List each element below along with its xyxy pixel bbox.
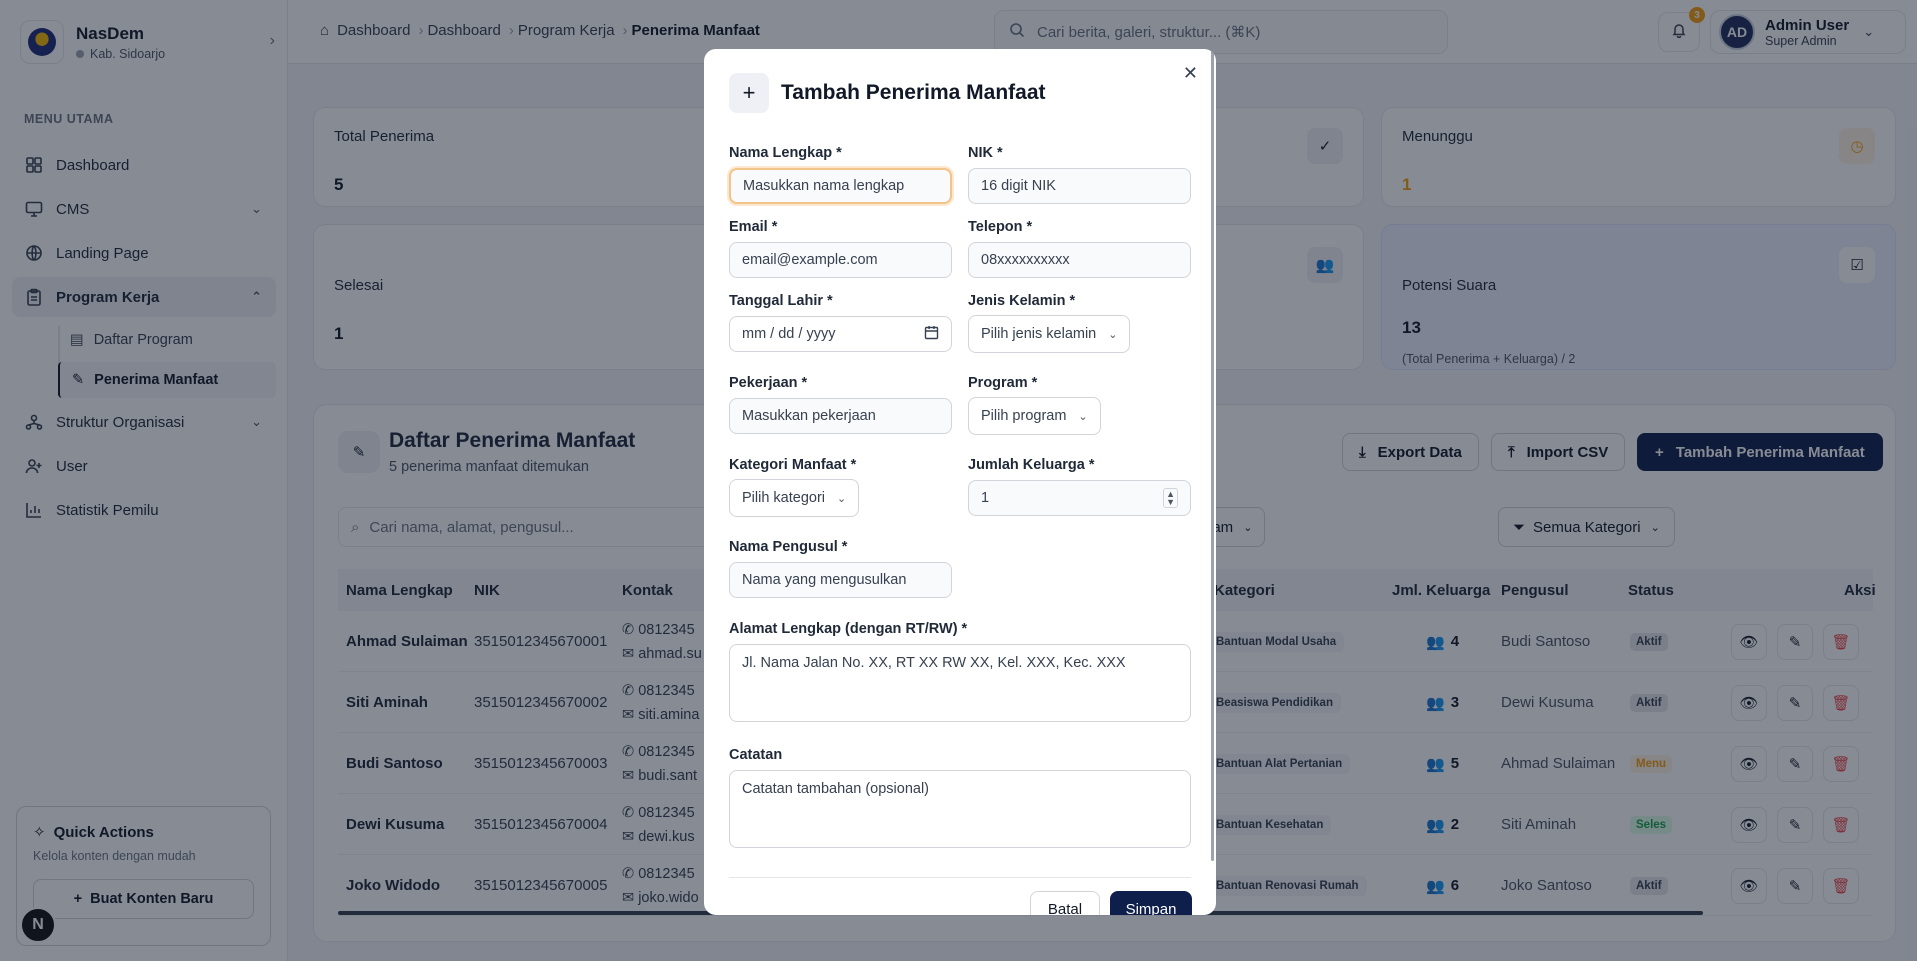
birthdate-placeholder: mm / dd / yyyy — [742, 326, 836, 342]
chevron-down-icon: ⌄ — [1078, 410, 1088, 423]
family-count-stepper[interactable]: 1 ▲ ▼ — [968, 480, 1191, 516]
stepper-arrows-icon[interactable]: ▲ ▼ — [1163, 488, 1178, 508]
nama-label: Nama Lengkap * — [729, 145, 842, 161]
category-select-value: Pilih kategori — [742, 490, 826, 506]
notes-textarea[interactable]: Catatan tambahan (opsional) — [729, 770, 1191, 848]
pekerjaan-field[interactable]: Masukkan pekerjaan — [729, 398, 952, 434]
nik-label: NIK * — [968, 145, 1003, 161]
alamat-label: Alamat Lengkap (dengan RT/RW) * — [729, 621, 968, 637]
gender-select[interactable]: Pilih jenis kelamin ⌄ — [968, 315, 1131, 353]
program-select[interactable]: Pilih program ⌄ — [968, 397, 1101, 435]
cancel-button[interactable]: Batal — [1030, 891, 1100, 915]
add-beneficiary-dialog: + Tambah Penerima Manfaat ✕ Nama Lengkap… — [704, 49, 1216, 915]
pengusul-label: Nama Pengusul * — [729, 539, 848, 555]
tanggal-label: Tanggal Lahir * — [729, 293, 833, 309]
telepon-field[interactable]: 08xxxxxxxxxx — [968, 242, 1191, 278]
birthdate-field[interactable]: mm / dd / yyyy — [729, 316, 952, 352]
chevron-down-icon: ⌄ — [837, 492, 847, 505]
keluarga-label: Jumlah Keluarga * — [968, 457, 1095, 473]
address-textarea[interactable]: Jl. Nama Jalan No. XX, RT XX RW XX, Kel.… — [729, 644, 1191, 722]
modal-scrollbar[interactable] — [1211, 51, 1214, 861]
family-count-value: 1 — [981, 490, 990, 506]
close-icon[interactable]: ✕ — [1183, 63, 1198, 84]
plus-icon: + — [729, 73, 769, 113]
calendar-icon[interactable] — [924, 325, 939, 344]
chevron-down-icon: ⌄ — [1108, 328, 1118, 341]
kategori-label: Kategori Manfaat * — [729, 457, 857, 473]
telepon-label: Telepon * — [968, 219, 1033, 235]
pekerjaan-label: Pekerjaan * — [729, 375, 808, 391]
save-button[interactable]: Simpan — [1110, 891, 1192, 915]
category-select[interactable]: Pilih kategori ⌄ — [729, 479, 860, 517]
kelamin-label: Jenis Kelamin * — [968, 293, 1076, 309]
email-field[interactable]: email@example.com — [729, 242, 952, 278]
gender-select-value: Pilih jenis kelamin — [981, 326, 1097, 342]
nik-field[interactable]: 16 digit NIK — [968, 168, 1191, 204]
catatan-label: Catatan — [729, 747, 783, 763]
footer-divider — [729, 877, 1191, 878]
program-select-value: Pilih program — [981, 408, 1067, 424]
proposer-field[interactable]: Nama yang mengusulkan — [729, 562, 952, 598]
dialog-title: Tambah Penerima Manfaat — [781, 81, 1046, 104]
email-label: Email * — [729, 219, 778, 235]
program-label: Program * — [968, 375, 1038, 391]
nama-field[interactable]: Masukkan nama lengkap — [729, 168, 952, 204]
